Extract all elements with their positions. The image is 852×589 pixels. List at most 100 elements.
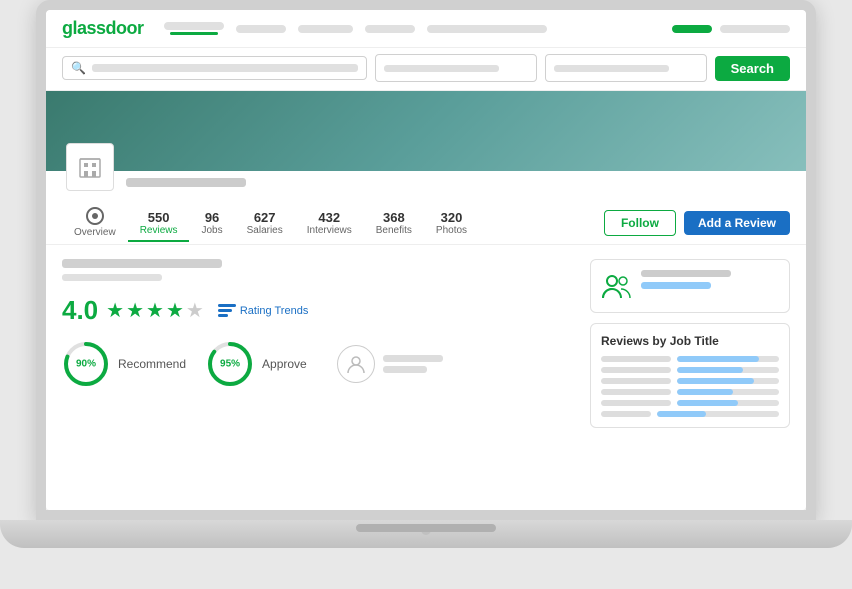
location-placeholder (384, 65, 499, 72)
job-label-5 (601, 400, 671, 406)
user-line-1 (383, 355, 443, 362)
job-bar-fill-1 (677, 356, 759, 362)
tab-benefits-count: 368 (383, 210, 405, 225)
star-rating: ★ ★ ★ ★ ★ (106, 298, 204, 323)
nav-link-placeholder-6 (720, 25, 790, 33)
company-banner (46, 91, 806, 171)
laptop-screen: glassdoor (46, 10, 806, 510)
job-label-1 (601, 356, 671, 362)
company-placeholder (554, 65, 669, 72)
add-review-button[interactable]: Add a Review (684, 211, 790, 235)
recommend-circle: 90% (62, 340, 110, 388)
job-bar-row-4 (601, 389, 779, 395)
nav-link-placeholder-4 (365, 25, 415, 33)
job-label-3 (601, 378, 671, 384)
job-bar-fill-6 (657, 411, 706, 417)
trend-icon-wrap: Rating Trends (218, 304, 308, 317)
job-bar-bg-6 (657, 411, 779, 417)
tab-interviews[interactable]: 432 Interviews (295, 204, 364, 242)
followers-line-2 (641, 282, 711, 289)
metrics-row: 90% Recommend 95% (62, 340, 578, 388)
job-bar-bg-3 (677, 378, 779, 384)
rating-score: 4.0 (62, 295, 98, 326)
job-label-6 (601, 411, 651, 417)
reviews-by-job-card: Reviews by Job Title (590, 323, 790, 428)
search-button[interactable]: Search (715, 56, 790, 81)
tab-reviews-count: 550 (148, 210, 170, 225)
nav-link-placeholder (164, 22, 224, 30)
screen-content: glassdoor (46, 10, 806, 510)
tab-photos[interactable]: 320 Photos (424, 204, 479, 242)
user-text-lines (383, 355, 443, 373)
company-name-placeholder (126, 178, 246, 187)
recommend-label: Recommend (118, 357, 186, 371)
job-bar-row-3 (601, 378, 779, 384)
nav-bar: glassdoor (46, 10, 806, 48)
section-sub-placeholder (62, 274, 162, 281)
trend-line-1 (218, 304, 236, 307)
main-search-input-wrap[interactable]: 🔍 (62, 56, 367, 80)
tab-salaries-label: Salaries (247, 225, 283, 236)
company-input[interactable] (545, 54, 707, 82)
tab-actions: Follow Add a Review (604, 210, 790, 236)
nav-underline-active (170, 32, 218, 35)
job-bar-row-6 (601, 411, 779, 417)
nav-link-placeholder-2 (236, 25, 286, 33)
location-input[interactable] (375, 54, 537, 82)
people-icon (601, 270, 633, 302)
tab-interviews-count: 432 (318, 210, 340, 225)
nav-link-placeholder-5 (427, 25, 547, 33)
job-bar-bg-2 (677, 367, 779, 373)
trend-line-2 (218, 309, 232, 312)
approve-metric: 95% Approve (206, 340, 307, 388)
user-profile-placeholder (337, 345, 443, 383)
logo: glassdoor (62, 18, 144, 39)
job-bar-row-5 (601, 400, 779, 406)
approve-circle: 95% (206, 340, 254, 388)
avatar (337, 345, 375, 383)
tab-interviews-label: Interviews (307, 225, 352, 236)
tab-overview-label: Overview (74, 227, 116, 238)
reviews-by-job-title: Reviews by Job Title (601, 334, 779, 348)
laptop-body: glassdoor (36, 0, 816, 520)
job-bar-bg-1 (677, 356, 779, 362)
tab-salaries-count: 627 (254, 210, 276, 225)
tab-reviews[interactable]: 550 Reviews (128, 204, 190, 242)
tab-reviews-label: Reviews (140, 225, 178, 236)
user-line-2 (383, 366, 427, 373)
job-bar-fill-4 (677, 389, 733, 395)
job-bar-bg-4 (677, 389, 779, 395)
tab-jobs-label: Jobs (201, 225, 222, 236)
company-logo (66, 143, 114, 191)
approve-pct: 95% (220, 359, 240, 370)
tab-jobs-count: 96 (205, 210, 219, 225)
job-label-2 (601, 367, 671, 373)
building-icon (76, 153, 104, 181)
follow-button[interactable]: Follow (604, 210, 676, 236)
approve-label: Approve (262, 357, 307, 371)
trend-label[interactable]: Rating Trends (240, 305, 308, 317)
company-tabs: Overview 550 Reviews 96 Jobs 627 Salarie… (46, 201, 806, 245)
job-review-bars (601, 356, 779, 417)
main-search-placeholder (92, 64, 358, 72)
tab-overview[interactable]: Overview (62, 201, 128, 244)
job-bar-fill-5 (677, 400, 738, 406)
nav-item-1[interactable] (164, 22, 224, 35)
tab-photos-label: Photos (436, 225, 467, 236)
right-panel: Reviews by Job Title (590, 259, 790, 451)
job-bar-row-1 (601, 356, 779, 362)
tab-jobs[interactable]: 96 Jobs (189, 204, 234, 242)
rating-row: 4.0 ★ ★ ★ ★ ★ (62, 295, 578, 326)
star-2: ★ (126, 298, 144, 323)
tab-benefits[interactable]: 368 Benefits (364, 204, 424, 242)
job-label-4 (601, 389, 671, 395)
laptop-base (0, 520, 852, 548)
tab-benefits-label: Benefits (376, 225, 412, 236)
tab-salaries[interactable]: 627 Salaries (235, 204, 295, 242)
search-icon: 🔍 (71, 61, 86, 75)
laptop-outer: glassdoor (0, 0, 852, 589)
job-bar-fill-2 (677, 367, 743, 373)
nav-cta-placeholder (672, 25, 712, 33)
job-bar-row-2 (601, 367, 779, 373)
main-content: 4.0 ★ ★ ★ ★ ★ (46, 245, 806, 465)
